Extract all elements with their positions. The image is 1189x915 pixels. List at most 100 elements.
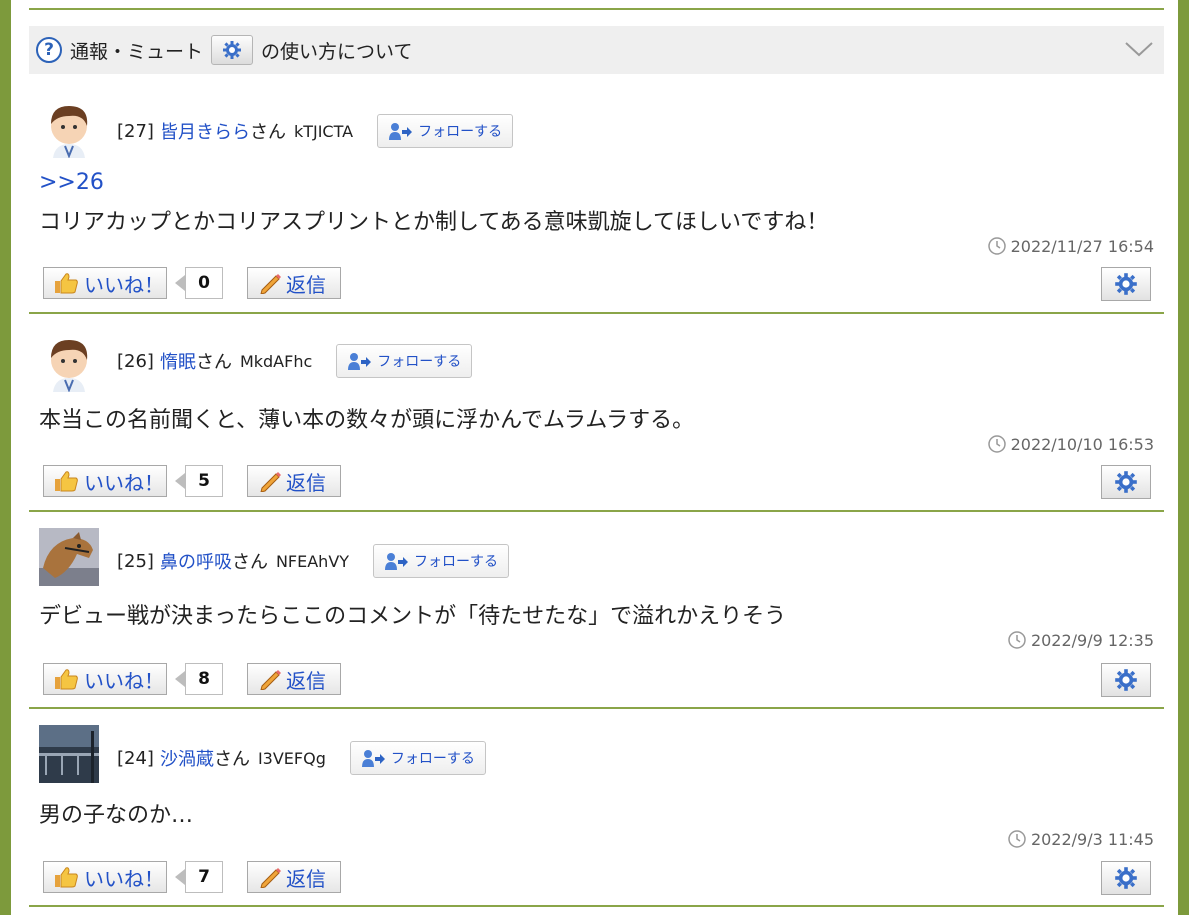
comment-header: [24] 沙渦蔵 さん I3VEFQg フォローする	[117, 741, 486, 775]
like-count: 0	[185, 267, 223, 299]
comment-header: [25] 鼻の呼吸 さん NFEAhVY フォローする	[117, 544, 510, 578]
like-button[interactable]: いいね！	[43, 465, 167, 497]
gear-icon	[1115, 273, 1137, 295]
comment-divider	[29, 905, 1164, 907]
comment-item: [27] 皆月きらら さん kTJICTA フォローする >>26 コリアカップ…	[29, 90, 1164, 312]
user-id: NFEAhVY	[275, 551, 350, 571]
reply-label: 返信	[286, 470, 326, 495]
reply-label: 返信	[286, 272, 326, 297]
clock-icon	[987, 435, 1006, 453]
comment-actions: いいね！ 7 返信	[43, 861, 341, 893]
like-button[interactable]: いいね！	[43, 861, 167, 893]
timestamp-text: 2022/9/9 12:35	[1030, 630, 1154, 650]
follow-button[interactable]: フォローする	[377, 114, 514, 148]
user-id: kTJICTA	[293, 121, 354, 141]
honorific: さん	[213, 749, 250, 770]
comment-timestamp: 2022/11/27 16:54	[987, 236, 1154, 256]
comment-item: [24] 沙渦蔵 さん I3VEFQg フォローする 男の子なのか… 2022/…	[29, 709, 1164, 905]
honorific: さん	[195, 352, 232, 373]
like-count: 8	[185, 663, 223, 695]
comment-text: 本当この名前聞くと、薄い本の数々が頭に浮かんでムラムラする。	[39, 408, 695, 433]
like-count-box: 0	[175, 267, 223, 299]
timestamp-text: 2022/11/27 16:54	[1010, 236, 1154, 256]
gear-icon	[1115, 669, 1137, 691]
comment-item: [25] 鼻の呼吸 さん NFEAhVY フォローする デビュー戦が決まったらこ…	[29, 512, 1164, 708]
comment-timestamp: 2022/9/9 12:35	[1007, 630, 1154, 650]
avatar	[39, 725, 99, 783]
comment-actions: いいね！ 8 返信	[43, 663, 341, 695]
like-label: いいね！	[84, 866, 164, 891]
user-id: MkdAFhc	[239, 351, 313, 371]
comment-actions: いいね！ 0 返信	[43, 267, 341, 299]
comment-timestamp: 2022/10/10 16:53	[987, 434, 1154, 454]
help-text-prefix: 通報・ミュート	[70, 40, 204, 63]
pencil-icon	[260, 868, 281, 888]
comment-settings-button[interactable]	[1101, 663, 1151, 697]
reply-button[interactable]: 返信	[247, 465, 341, 497]
reply-label: 返信	[286, 668, 326, 693]
username-link[interactable]: 惰眠	[160, 348, 196, 374]
comment-header: [26] 惰眠 さん MkdAFhc フォローする	[117, 344, 473, 378]
gear-icon	[1115, 867, 1137, 889]
pencil-icon	[260, 274, 281, 294]
comment-settings-button[interactable]	[1101, 267, 1151, 301]
thumbs-up-icon	[55, 273, 78, 294]
report-mute-help-bar[interactable]: ? 通報・ミュート の使い方について	[29, 26, 1164, 74]
comment-header: [27] 皆月きらら さん kTJICTA フォローする	[117, 114, 514, 148]
reply-label: 返信	[286, 866, 326, 891]
gear-icon	[1115, 471, 1137, 493]
clock-icon	[987, 237, 1006, 255]
like-count: 5	[185, 465, 223, 497]
comment-number: [26]	[117, 350, 154, 372]
user-id: I3VEFQg	[257, 748, 326, 768]
follow-label: フォローする	[414, 554, 499, 570]
comment-timestamp: 2022/9/3 11:45	[1007, 829, 1154, 849]
follow-label: フォローする	[377, 354, 462, 370]
like-label: いいね！	[84, 668, 164, 693]
thumbs-up-icon	[55, 471, 78, 492]
comment-settings-button[interactable]	[1101, 465, 1151, 499]
thumbs-up-icon	[55, 669, 78, 690]
reply-anchor-link[interactable]: >>26	[39, 170, 104, 195]
follow-icon	[361, 750, 385, 767]
timestamp-text: 2022/9/3 11:45	[1030, 829, 1154, 849]
follow-button[interactable]: フォローする	[373, 544, 510, 578]
clock-icon	[1008, 830, 1026, 848]
honorific: さん	[249, 122, 286, 143]
like-label: いいね！	[84, 470, 164, 495]
username-link[interactable]: 皆月きらら	[160, 118, 250, 144]
top-divider	[29, 8, 1164, 10]
reply-button[interactable]: 返信	[247, 861, 341, 893]
comment-actions: いいね！ 5 返信	[43, 465, 341, 497]
follow-icon	[389, 123, 413, 140]
count-pointer	[175, 869, 185, 885]
avatar	[39, 528, 99, 586]
chevron-down-icon[interactable]	[1124, 38, 1154, 60]
honorific: さん	[231, 552, 268, 573]
thumbs-up-icon	[55, 867, 78, 888]
reply-button[interactable]: 返信	[247, 267, 341, 299]
like-count-box: 7	[175, 861, 223, 893]
like-button[interactable]: いいね！	[43, 663, 167, 695]
help-text-suffix: の使い方について	[261, 40, 413, 63]
comment-text: 男の子なのか…	[39, 803, 194, 828]
follow-label: フォローする	[390, 751, 475, 767]
like-button[interactable]: いいね！	[43, 267, 167, 299]
comment-settings-button[interactable]	[1101, 861, 1151, 895]
avatar	[51, 340, 88, 392]
page-frame-left	[0, 0, 11, 915]
comment-number: [27]	[117, 120, 154, 142]
question-icon: ?	[36, 37, 62, 63]
follow-icon	[348, 353, 372, 370]
username-link[interactable]: 沙渦蔵	[160, 745, 214, 771]
like-count: 7	[185, 861, 223, 893]
follow-button[interactable]: フォローする	[349, 741, 486, 775]
reply-button[interactable]: 返信	[247, 663, 341, 695]
like-label: いいね！	[84, 272, 164, 297]
comment-number: [24]	[117, 747, 154, 769]
follow-button[interactable]: フォローする	[336, 344, 473, 378]
comment-text: デビュー戦が決まったらここのコメントが「待たせたな」で溢れかえりそう	[39, 604, 787, 629]
comment-text: コリアカップとかコリアスプリントとか制してある意味凱旋してほしいですね！	[39, 210, 829, 235]
username-link[interactable]: 鼻の呼吸	[160, 548, 232, 574]
like-count-box: 5	[175, 465, 223, 497]
